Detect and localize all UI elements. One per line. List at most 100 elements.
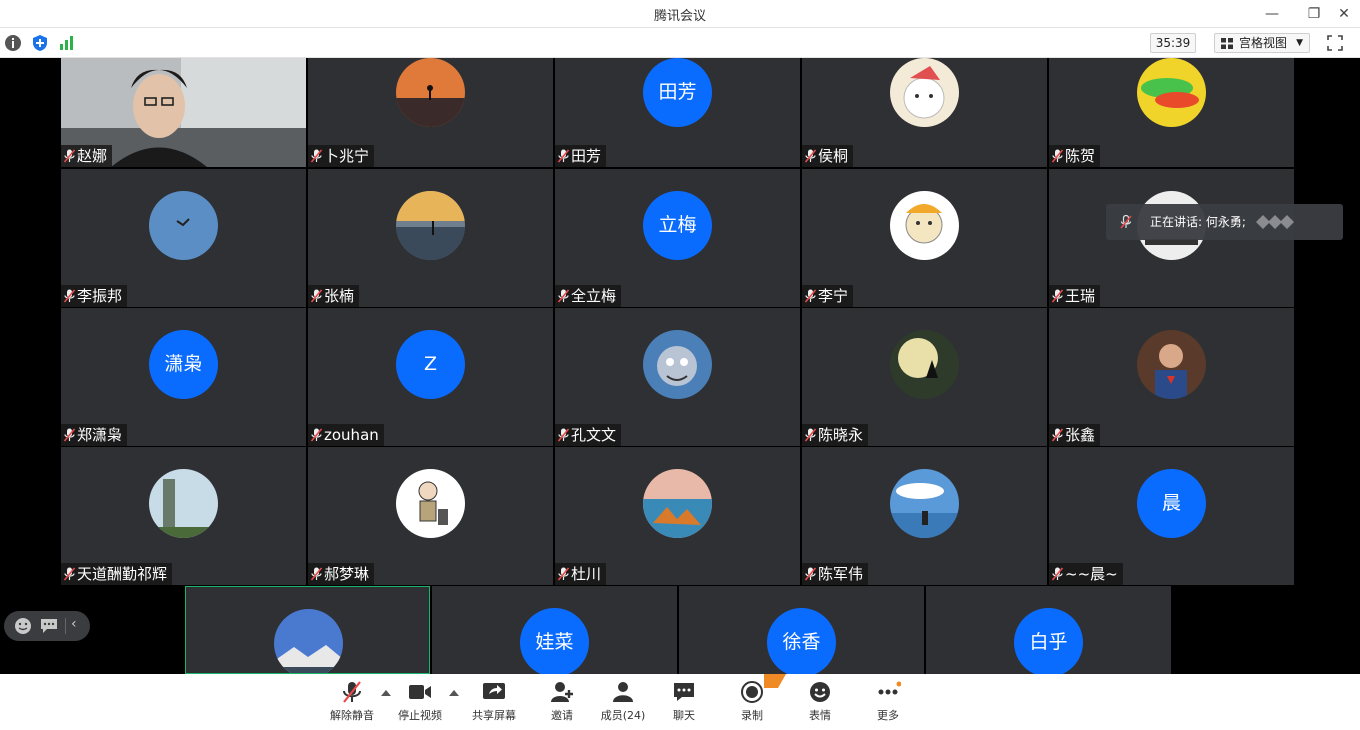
participant-name: 孔文文 xyxy=(571,426,617,444)
chat-button[interactable]: 聊天 xyxy=(654,680,714,726)
participant-tile[interactable]: 潇枭 郑潇枭 xyxy=(61,308,306,446)
participant-name: 王瑞 xyxy=(1065,287,1096,305)
participant-name: 陈军伟 xyxy=(818,565,864,583)
participant-tile[interactable]: 张楠 xyxy=(308,169,553,307)
participant-name: 陈贺 xyxy=(1065,147,1096,165)
participant-tile[interactable]: 白乎 xyxy=(926,586,1171,674)
avatar xyxy=(643,330,712,399)
avatar xyxy=(149,191,218,260)
mic-muted-icon xyxy=(311,149,322,163)
mic-muted-icon xyxy=(1052,289,1063,303)
participant-name: 李宁 xyxy=(818,287,849,305)
participant-tile[interactable]: 田芳 田芳 xyxy=(555,58,800,167)
participant-tile[interactable] xyxy=(185,586,430,674)
participant-name: 赵娜 xyxy=(77,147,108,165)
avatar-initials: 立梅 xyxy=(643,191,712,260)
mic-muted-icon xyxy=(64,149,75,163)
participant-name: 张楠 xyxy=(324,287,355,305)
mic-muted-icon xyxy=(64,289,75,303)
participant-tile[interactable]: 娃菜 xyxy=(432,586,677,674)
share-screen-button[interactable]: 共享屏幕 xyxy=(464,680,524,726)
participant-tile[interactable]: 卜兆宁 xyxy=(308,58,553,167)
avatar xyxy=(1137,330,1206,399)
smile-icon xyxy=(810,682,830,702)
more-button[interactable]: 更多 xyxy=(858,680,918,726)
emoji-icon[interactable] xyxy=(14,617,32,635)
control-bar: 解除静音 停止视频 共享屏幕 邀请 成员(24) 聊天 录制 表情 更多 xyxy=(0,674,1360,730)
mic-muted-icon xyxy=(805,428,816,442)
avatar xyxy=(890,330,959,399)
mic-muted-icon xyxy=(1052,567,1063,581)
members-button[interactable]: 成员(24) xyxy=(593,680,653,726)
participant-tile[interactable]: 孔文文 xyxy=(555,308,800,446)
video-options-arrow-icon[interactable] xyxy=(449,690,459,696)
participant-tile[interactable]: 晨 ~~晨~ xyxy=(1049,447,1294,585)
avatar-initials: Z xyxy=(396,330,465,399)
restore-icon[interactable]: ❐ xyxy=(1304,4,1324,24)
avatar-initials: 白乎 xyxy=(1014,608,1083,674)
signal-icon[interactable] xyxy=(58,34,76,52)
chevron-left-icon[interactable]: ‹ xyxy=(71,616,77,632)
meeting-timer: 35:39 xyxy=(1150,33,1196,53)
chat-bubble-icon[interactable] xyxy=(40,618,58,634)
participant-name-tag: 李宁 xyxy=(802,285,854,307)
participant-name-tag: ~~晨~ xyxy=(1049,563,1123,585)
reactions-button[interactable]: 表情 xyxy=(790,680,850,726)
mic-muted-icon xyxy=(64,428,75,442)
participant-tile[interactable]: 郝梦琳 xyxy=(308,447,553,585)
window-title: 腾讯会议 xyxy=(653,9,706,24)
reactions-label: 表情 xyxy=(809,709,831,722)
participant-tile[interactable]: 陈晓永 xyxy=(802,308,1047,446)
participant-name-tag: 张鑫 xyxy=(1049,424,1101,446)
avatar xyxy=(149,469,218,538)
meeting-toolbar: 35:39 宫格视图 ▼ xyxy=(0,28,1360,58)
avatar-initials: 徐香 xyxy=(767,608,836,674)
avatar-initials: 潇枭 xyxy=(149,330,218,399)
participant-tile[interactable]: 张鑫 xyxy=(1049,308,1294,446)
mic-muted-icon xyxy=(311,567,322,581)
invite-button[interactable]: 邀请 xyxy=(532,680,592,726)
participant-tile[interactable]: 徐香 xyxy=(679,586,924,674)
participant-name-tag: 郝梦琳 xyxy=(308,563,375,585)
chat-icon xyxy=(674,683,694,701)
avatar xyxy=(274,609,343,673)
participant-tile[interactable]: 赵娜 xyxy=(61,58,306,167)
mic-muted-icon xyxy=(343,681,361,703)
participant-tile[interactable]: 李振邦 xyxy=(61,169,306,307)
participant-name-tag: 孔文文 xyxy=(555,424,622,446)
participant-tile[interactable]: 侯桐 xyxy=(802,58,1047,167)
fullscreen-icon[interactable] xyxy=(1326,34,1344,52)
mic-muted-icon xyxy=(805,567,816,581)
close-icon[interactable]: ✕ xyxy=(1334,4,1354,24)
video-grid: 赵娜 卜兆宁 田芳 田芳 侯桐 陈贺 李振邦 张楠 立梅 全立梅 李宁 王瑞 潇枭 郑潇枭 Zzouhan 孔… xyxy=(0,58,1360,674)
info-icon[interactable] xyxy=(4,34,22,52)
participant-name-tag: 李振邦 xyxy=(61,285,128,307)
title-bar: 腾讯会议 — ❐ ✕ xyxy=(0,0,1360,28)
mic-muted-icon xyxy=(1120,215,1132,229)
unmute-label: 解除静音 xyxy=(330,709,374,722)
mic-muted-icon xyxy=(64,567,75,581)
participant-tile[interactable]: 杜川 xyxy=(555,447,800,585)
view-mode-dropdown[interactable]: 宫格视图 ▼ xyxy=(1214,33,1310,53)
camera-icon xyxy=(409,685,431,699)
minimize-icon[interactable]: — xyxy=(1262,4,1282,24)
participant-name: 侯桐 xyxy=(818,147,849,165)
record-button[interactable]: 录制 xyxy=(722,674,786,726)
share-screen-icon xyxy=(483,683,505,699)
avatar-initials: 田芳 xyxy=(643,58,712,127)
participant-tile[interactable]: 陈贺 xyxy=(1049,58,1294,167)
participant-tile[interactable]: 立梅全立梅 xyxy=(555,169,800,307)
mic-muted-icon xyxy=(311,289,322,303)
participant-tile[interactable]: 李宁 xyxy=(802,169,1047,307)
participant-name: 李振邦 xyxy=(77,287,123,305)
participant-name-tag: 全立梅 xyxy=(555,285,622,307)
unmute-button[interactable]: 解除静音 xyxy=(322,680,382,726)
stop-video-button[interactable]: 停止视频 xyxy=(390,680,450,726)
participant-tile[interactable]: 陈军伟 xyxy=(802,447,1047,585)
chevron-down-icon: ▼ xyxy=(1296,38,1303,48)
participant-name-tag: zouhan xyxy=(308,424,384,446)
view-mode-label: 宫格视图 xyxy=(1239,36,1288,50)
shield-icon[interactable] xyxy=(31,34,49,52)
participant-tile[interactable]: 天道酬勤祁辉 xyxy=(61,447,306,585)
participant-tile[interactable]: Zzouhan xyxy=(308,308,553,446)
